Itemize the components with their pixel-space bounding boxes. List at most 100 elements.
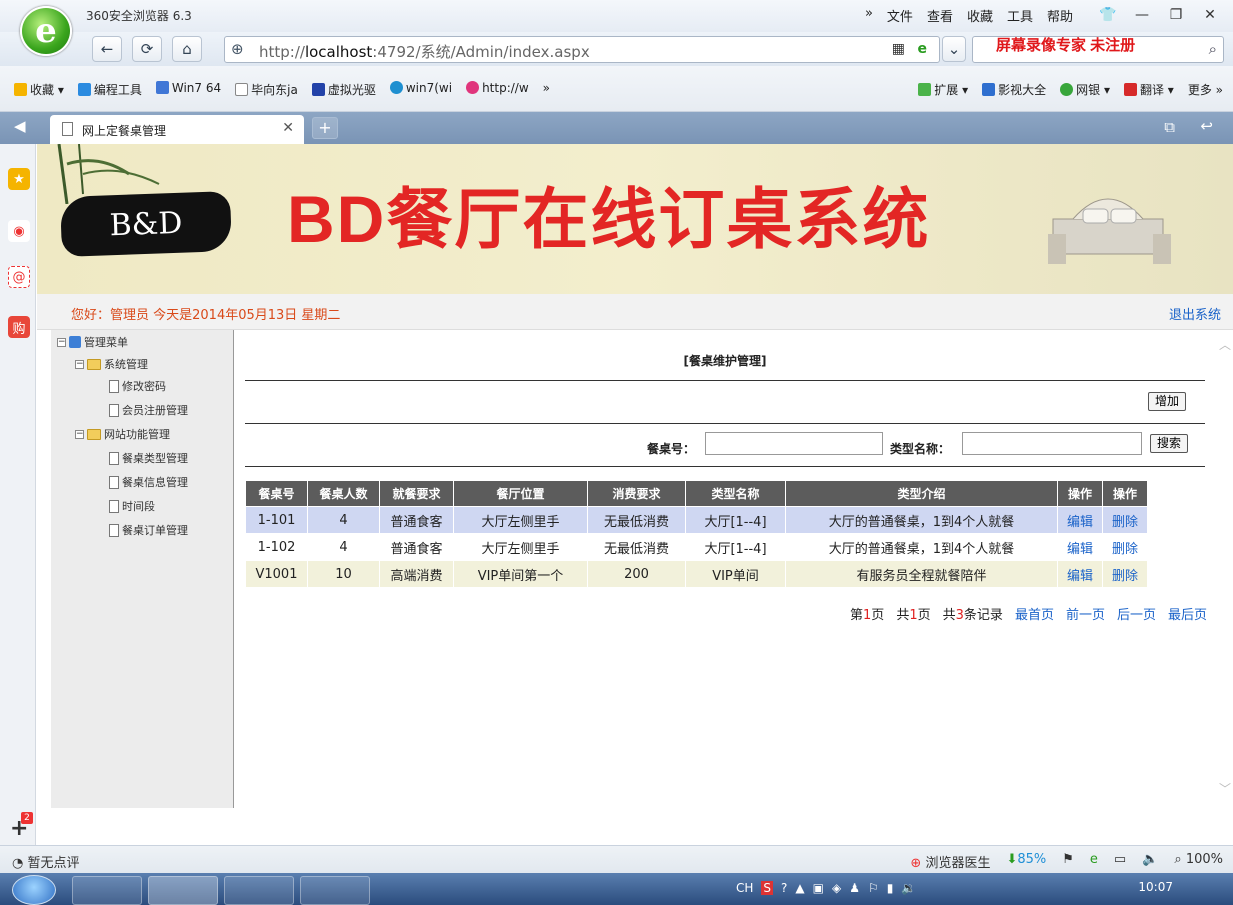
search-icon[interactable]: ⌕ xyxy=(1209,40,1217,58)
bookmark-programming-tools[interactable]: 编程工具 xyxy=(77,81,142,98)
tray-app-icon[interactable]: ▣ xyxy=(813,881,824,895)
bookmark-win7-64[interactable]: Win7 64 xyxy=(155,81,221,98)
undo-close-icon[interactable]: ↩ xyxy=(1200,117,1213,135)
refresh-icon[interactable]: ⟳ xyxy=(132,36,162,62)
edit-link[interactable]: 编辑 xyxy=(1057,506,1103,534)
restore-icon[interactable]: ❐ xyxy=(1161,3,1191,27)
browser-doctor[interactable]: ⊕ 浏览器医生 xyxy=(910,852,990,871)
ie-icon[interactable]: e xyxy=(1090,852,1098,871)
type-name-input[interactable] xyxy=(962,432,1142,455)
tab-list-icon[interactable]: ⧉ xyxy=(1164,118,1175,136)
ie-mode-icon[interactable]: e xyxy=(918,41,928,57)
taskbar-clock[interactable]: 10:07 xyxy=(1138,880,1173,894)
menu-tools[interactable]: 工具 xyxy=(1007,6,1033,25)
extensions-menu[interactable]: 扩展 ▾ xyxy=(918,81,968,98)
delete-link[interactable]: 删除 xyxy=(1102,506,1148,534)
browser-title: 360安全浏览器 6.3 xyxy=(86,9,192,23)
favorites-star-icon[interactable]: ★ xyxy=(8,168,30,190)
tray-volume-icon[interactable]: 🔉 xyxy=(901,881,916,895)
taskbar-app-browser[interactable] xyxy=(148,876,218,905)
tray-flag-icon[interactable]: ⚐ xyxy=(868,881,879,895)
delete-link[interactable]: 删除 xyxy=(1102,560,1148,588)
taskbar-app-explorer[interactable] xyxy=(224,876,294,905)
skin-icon[interactable]: 👕 xyxy=(1093,3,1123,27)
tree-item-table-orders[interactable]: 餐桌订单管理 xyxy=(109,522,188,538)
page-scrollbar[interactable]: ︿ ﹀ xyxy=(1217,330,1233,808)
sidebar-toggle-icon[interactable]: ◀ xyxy=(14,117,26,135)
logout-link[interactable]: 退出系统 xyxy=(1169,304,1221,323)
table-row[interactable]: 1-101 4 普通食客 大厅左侧里手 无最低消费 大厅[1--4] 大厅的普通… xyxy=(245,506,1148,534)
close-tab-icon[interactable]: ✕ xyxy=(282,120,294,136)
minimize-icon[interactable]: — xyxy=(1127,3,1157,27)
collapse-icon[interactable]: − xyxy=(75,359,84,369)
menu-file[interactable]: 文件 xyxy=(887,6,913,25)
zoom-control[interactable]: ⌕ 100% xyxy=(1174,852,1223,871)
collapse-icon[interactable]: − xyxy=(57,337,66,347)
bookmark-win7wi[interactable]: win7(wi xyxy=(389,81,452,98)
tree-item-change-password[interactable]: 修改密码 xyxy=(109,378,166,394)
edit-link[interactable]: 编辑 xyxy=(1057,533,1103,561)
menu-help[interactable]: 帮助 xyxy=(1047,6,1073,25)
table-row[interactable]: 1-102 4 普通食客 大厅左侧里手 无最低消费 大厅[1--4] 大厅的普通… xyxy=(245,533,1148,561)
close-icon[interactable]: ✕ xyxy=(1195,3,1225,27)
help-icon[interactable]: ? xyxy=(781,881,787,895)
collapse-icon[interactable]: − xyxy=(75,429,84,439)
menu-view[interactable]: 查看 xyxy=(927,6,953,25)
bookmark-more[interactable]: » xyxy=(543,81,550,98)
bank-menu[interactable]: 网银 ▾ xyxy=(1060,81,1110,98)
start-button-icon[interactable] xyxy=(12,875,56,905)
tree-root[interactable]: − 管理菜单 xyxy=(57,334,128,350)
tree-item-table-types[interactable]: 餐桌类型管理 xyxy=(109,450,188,466)
taskbar-app-visual-studio[interactable] xyxy=(300,876,370,905)
home-icon[interactable]: ⌂ xyxy=(172,36,202,62)
tray-qq-icon[interactable]: ♟ xyxy=(849,881,860,895)
mail-icon[interactable]: @ xyxy=(8,266,30,288)
browser-logo-icon[interactable]: e xyxy=(20,6,72,56)
bookmark-http[interactable]: http://w xyxy=(466,81,529,98)
tree-item-member-registration[interactable]: 会员注册管理 xyxy=(109,402,188,418)
bookmark-virtual-drive[interactable]: 虚拟光驱 xyxy=(311,81,376,98)
more-menu[interactable]: 更多 » xyxy=(1188,81,1223,98)
table-no-input[interactable] xyxy=(705,432,883,455)
translate-menu[interactable]: 翻译 ▾ xyxy=(1123,81,1174,98)
tray-expand-icon[interactable]: ▲ xyxy=(795,881,804,895)
tab-table-management[interactable]: 网上定餐桌管理 ✕ xyxy=(50,115,304,144)
bookmark-bixiangdong[interactable]: 毕向东ja xyxy=(235,81,298,98)
address-bar[interactable]: ⊕ http://localhost:4792/系统/Admin/index.a… xyxy=(224,36,940,63)
last-page-link[interactable]: 最后页 xyxy=(1168,604,1207,623)
menu-more[interactable]: » xyxy=(865,6,873,25)
qrcode-icon[interactable]: ▦ xyxy=(892,41,905,57)
tray-network-icon[interactable]: ▮ xyxy=(887,881,894,895)
delete-link[interactable]: 删除 xyxy=(1102,533,1148,561)
scroll-up-icon[interactable]: ︿ xyxy=(1219,336,1231,353)
search-button[interactable]: 搜索 xyxy=(1150,434,1189,453)
tree-item-time-slots[interactable]: 时间段 xyxy=(109,498,155,514)
prev-page-link[interactable]: 前一页 xyxy=(1066,604,1105,623)
tree-group-system[interactable]: − 系统管理 xyxy=(75,356,148,372)
menu-favorites[interactable]: 收藏 xyxy=(967,6,993,25)
volume-icon[interactable]: 🔈 xyxy=(1142,852,1158,871)
add-button[interactable]: 增加 xyxy=(1148,392,1187,411)
tray-shield-icon[interactable]: ◈ xyxy=(832,881,841,895)
next-page-link[interactable]: 后一页 xyxy=(1117,604,1156,623)
weibo-icon[interactable]: ◉ xyxy=(8,220,30,242)
first-page-link[interactable]: 最首页 xyxy=(1015,604,1054,623)
shopping-bag-icon[interactable]: 购 xyxy=(8,316,30,338)
edit-link[interactable]: 编辑 xyxy=(1057,560,1103,588)
back-icon[interactable]: ← xyxy=(92,36,122,62)
tree-item-table-info[interactable]: 餐桌信息管理 xyxy=(109,474,188,490)
download-speed[interactable]: ⬇85% xyxy=(1006,852,1046,871)
scroll-down-icon[interactable]: ﹀ xyxy=(1219,780,1231,797)
table-row[interactable]: V1001 10 高端消费 VIP单间第一个 200 VIP单间 有服务员全程就… xyxy=(245,560,1148,588)
input-language[interactable]: CH xyxy=(736,881,753,895)
ime-icon[interactable]: S xyxy=(761,881,774,895)
url-dropdown-icon[interactable]: ⌄ xyxy=(942,36,966,62)
video-menu[interactable]: 影视大全 xyxy=(982,81,1046,98)
flag-icon[interactable]: ⚑ xyxy=(1062,852,1074,871)
new-tab-button[interactable]: + xyxy=(312,117,338,139)
window-icon[interactable]: ▭ xyxy=(1114,852,1126,871)
taskbar-app-photo[interactable] xyxy=(72,876,142,905)
bookmark-favorites[interactable]: 收藏 ▾ xyxy=(14,81,64,98)
tree-group-site-functions[interactable]: − 网站功能管理 xyxy=(75,426,170,442)
status-comment[interactable]: ◔ 暂无点评 xyxy=(12,852,80,871)
